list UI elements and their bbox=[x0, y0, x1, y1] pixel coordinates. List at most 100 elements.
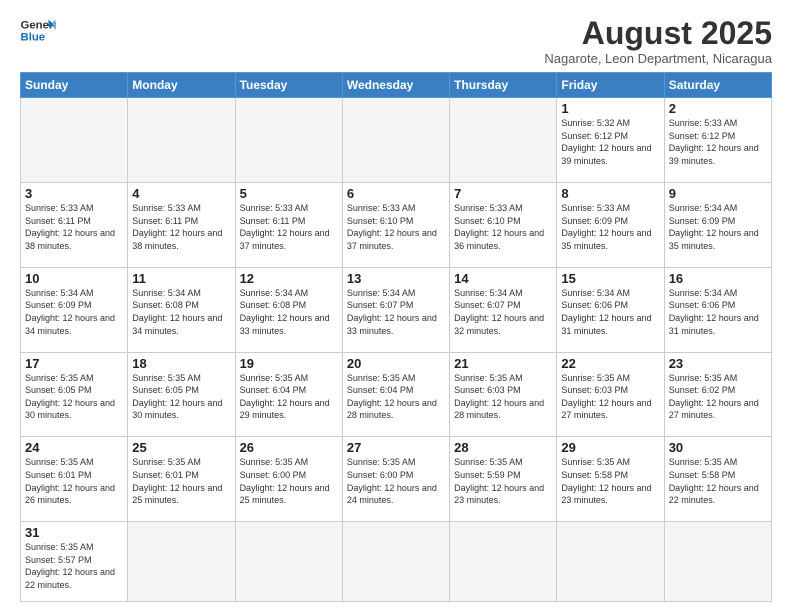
calendar-cell: 2Sunrise: 5:33 AM Sunset: 6:12 PM Daylig… bbox=[664, 98, 771, 183]
calendar-cell bbox=[342, 98, 449, 183]
calendar-cell bbox=[235, 522, 342, 602]
calendar-cell: 23Sunrise: 5:35 AM Sunset: 6:02 PM Dayli… bbox=[664, 352, 771, 437]
day-number: 5 bbox=[240, 186, 338, 201]
week-row-6: 31Sunrise: 5:35 AM Sunset: 5:57 PM Dayli… bbox=[21, 522, 772, 602]
calendar-cell: 26Sunrise: 5:35 AM Sunset: 6:00 PM Dayli… bbox=[235, 437, 342, 522]
week-row-3: 10Sunrise: 5:34 AM Sunset: 6:09 PM Dayli… bbox=[21, 267, 772, 352]
calendar-cell bbox=[450, 522, 557, 602]
day-number: 7 bbox=[454, 186, 552, 201]
day-info: Sunrise: 5:33 AM Sunset: 6:11 PM Dayligh… bbox=[132, 202, 230, 252]
calendar-cell: 19Sunrise: 5:35 AM Sunset: 6:04 PM Dayli… bbox=[235, 352, 342, 437]
day-info: Sunrise: 5:35 AM Sunset: 5:58 PM Dayligh… bbox=[669, 456, 767, 506]
day-number: 16 bbox=[669, 271, 767, 286]
day-number: 1 bbox=[561, 101, 659, 116]
week-row-2: 3Sunrise: 5:33 AM Sunset: 6:11 PM Daylig… bbox=[21, 182, 772, 267]
day-info: Sunrise: 5:35 AM Sunset: 5:58 PM Dayligh… bbox=[561, 456, 659, 506]
day-info: Sunrise: 5:34 AM Sunset: 6:08 PM Dayligh… bbox=[240, 287, 338, 337]
calendar-cell: 10Sunrise: 5:34 AM Sunset: 6:09 PM Dayli… bbox=[21, 267, 128, 352]
calendar-cell: 7Sunrise: 5:33 AM Sunset: 6:10 PM Daylig… bbox=[450, 182, 557, 267]
day-info: Sunrise: 5:33 AM Sunset: 6:11 PM Dayligh… bbox=[240, 202, 338, 252]
month-year-title: August 2025 bbox=[544, 16, 772, 51]
day-info: Sunrise: 5:33 AM Sunset: 6:11 PM Dayligh… bbox=[25, 202, 123, 252]
weekday-header-monday: Monday bbox=[128, 73, 235, 98]
day-number: 8 bbox=[561, 186, 659, 201]
day-info: Sunrise: 5:35 AM Sunset: 6:03 PM Dayligh… bbox=[561, 372, 659, 422]
day-info: Sunrise: 5:35 AM Sunset: 6:00 PM Dayligh… bbox=[240, 456, 338, 506]
logo: General Blue bbox=[20, 16, 56, 44]
day-number: 10 bbox=[25, 271, 123, 286]
day-info: Sunrise: 5:35 AM Sunset: 5:59 PM Dayligh… bbox=[454, 456, 552, 506]
calendar-cell: 22Sunrise: 5:35 AM Sunset: 6:03 PM Dayli… bbox=[557, 352, 664, 437]
day-number: 28 bbox=[454, 440, 552, 455]
day-number: 12 bbox=[240, 271, 338, 286]
calendar-cell: 13Sunrise: 5:34 AM Sunset: 6:07 PM Dayli… bbox=[342, 267, 449, 352]
day-info: Sunrise: 5:34 AM Sunset: 6:08 PM Dayligh… bbox=[132, 287, 230, 337]
weekday-header-tuesday: Tuesday bbox=[235, 73, 342, 98]
calendar-cell: 4Sunrise: 5:33 AM Sunset: 6:11 PM Daylig… bbox=[128, 182, 235, 267]
day-info: Sunrise: 5:35 AM Sunset: 5:57 PM Dayligh… bbox=[25, 541, 123, 591]
day-info: Sunrise: 5:35 AM Sunset: 6:00 PM Dayligh… bbox=[347, 456, 445, 506]
calendar-cell bbox=[450, 98, 557, 183]
day-number: 13 bbox=[347, 271, 445, 286]
day-number: 4 bbox=[132, 186, 230, 201]
day-number: 31 bbox=[25, 525, 123, 540]
calendar-cell: 9Sunrise: 5:34 AM Sunset: 6:09 PM Daylig… bbox=[664, 182, 771, 267]
day-number: 17 bbox=[25, 356, 123, 371]
day-info: Sunrise: 5:32 AM Sunset: 6:12 PM Dayligh… bbox=[561, 117, 659, 167]
day-info: Sunrise: 5:35 AM Sunset: 6:02 PM Dayligh… bbox=[669, 372, 767, 422]
calendar-cell: 18Sunrise: 5:35 AM Sunset: 6:05 PM Dayli… bbox=[128, 352, 235, 437]
calendar-cell bbox=[21, 98, 128, 183]
calendar-cell bbox=[664, 522, 771, 602]
day-number: 19 bbox=[240, 356, 338, 371]
general-blue-logo-icon: General Blue bbox=[20, 16, 56, 44]
calendar-table: SundayMondayTuesdayWednesdayThursdayFrid… bbox=[20, 72, 772, 602]
calendar-cell bbox=[128, 522, 235, 602]
week-row-5: 24 Sunrise: 5:35 AM Sunset: 6:01 PM Dayli… bbox=[21, 437, 772, 522]
calendar-cell: 25Sunrise: 5:35 AM Sunset: 6:01 PM Dayli… bbox=[128, 437, 235, 522]
day-number: 24 bbox=[25, 440, 123, 455]
calendar-cell bbox=[342, 522, 449, 602]
weekday-header-sunday: Sunday bbox=[21, 73, 128, 98]
day-info: Sunrise: 5:35 AM Sunset: 6:04 PM Dayligh… bbox=[347, 372, 445, 422]
day-info: Sunrise: 5:35 AM Sunset: 6:05 PM Dayligh… bbox=[132, 372, 230, 422]
day-number: 27 bbox=[347, 440, 445, 455]
day-info: Sunrise: 5:35 AM Sunset: 6:01 PM Dayligh… bbox=[132, 456, 230, 506]
day-info: Sunrise: 5:33 AM Sunset: 6:09 PM Dayligh… bbox=[561, 202, 659, 252]
day-number: 20 bbox=[347, 356, 445, 371]
day-number: 11 bbox=[132, 271, 230, 286]
day-info: Sunrise: 5:33 AM Sunset: 6:12 PM Dayligh… bbox=[669, 117, 767, 167]
day-number: 9 bbox=[669, 186, 767, 201]
calendar-cell: 17Sunrise: 5:35 AM Sunset: 6:05 PM Dayli… bbox=[21, 352, 128, 437]
day-info: Sunrise: 5:35 AM Sunset: 6:04 PM Dayligh… bbox=[240, 372, 338, 422]
day-number: 15 bbox=[561, 271, 659, 286]
calendar-cell: 21Sunrise: 5:35 AM Sunset: 6:03 PM Dayli… bbox=[450, 352, 557, 437]
day-number: 2 bbox=[669, 101, 767, 116]
weekday-header-saturday: Saturday bbox=[664, 73, 771, 98]
calendar-cell: 3Sunrise: 5:33 AM Sunset: 6:11 PM Daylig… bbox=[21, 182, 128, 267]
weekday-header-wednesday: Wednesday bbox=[342, 73, 449, 98]
page: General Blue August 2025 Nagarote, Leon … bbox=[0, 0, 792, 612]
location-subtitle: Nagarote, Leon Department, Nicaragua bbox=[544, 51, 772, 66]
calendar-cell bbox=[128, 98, 235, 183]
day-number: 26 bbox=[240, 440, 338, 455]
day-info: Sunrise: 5:35 AM Sunset: 6:03 PM Dayligh… bbox=[454, 372, 552, 422]
day-number: 30 bbox=[669, 440, 767, 455]
header: General Blue August 2025 Nagarote, Leon … bbox=[20, 16, 772, 66]
day-info: Sunrise: 5:34 AM Sunset: 6:09 PM Dayligh… bbox=[25, 287, 123, 337]
calendar-cell: 12Sunrise: 5:34 AM Sunset: 6:08 PM Dayli… bbox=[235, 267, 342, 352]
calendar-cell bbox=[557, 522, 664, 602]
weekday-header-friday: Friday bbox=[557, 73, 664, 98]
calendar-cell: 24Sunrise: 5:35 AM Sunset: 6:01 PM Dayli… bbox=[21, 437, 128, 522]
calendar-cell: 1Sunrise: 5:32 AM Sunset: 6:12 PM Daylig… bbox=[557, 98, 664, 183]
day-number: 23 bbox=[669, 356, 767, 371]
weekday-header-row: SundayMondayTuesdayWednesdayThursdayFrid… bbox=[21, 73, 772, 98]
day-info: Sunrise: 5:33 AM Sunset: 6:10 PM Dayligh… bbox=[347, 202, 445, 252]
day-number: 6 bbox=[347, 186, 445, 201]
day-number: 3 bbox=[25, 186, 123, 201]
day-number: 25 bbox=[132, 440, 230, 455]
day-info: Sunrise: 5:34 AM Sunset: 6:07 PM Dayligh… bbox=[347, 287, 445, 337]
day-number: 21 bbox=[454, 356, 552, 371]
day-number: 18 bbox=[132, 356, 230, 371]
calendar-cell: 27Sunrise: 5:35 AM Sunset: 6:00 PM Dayli… bbox=[342, 437, 449, 522]
calendar-cell: 16Sunrise: 5:34 AM Sunset: 6:06 PM Dayli… bbox=[664, 267, 771, 352]
